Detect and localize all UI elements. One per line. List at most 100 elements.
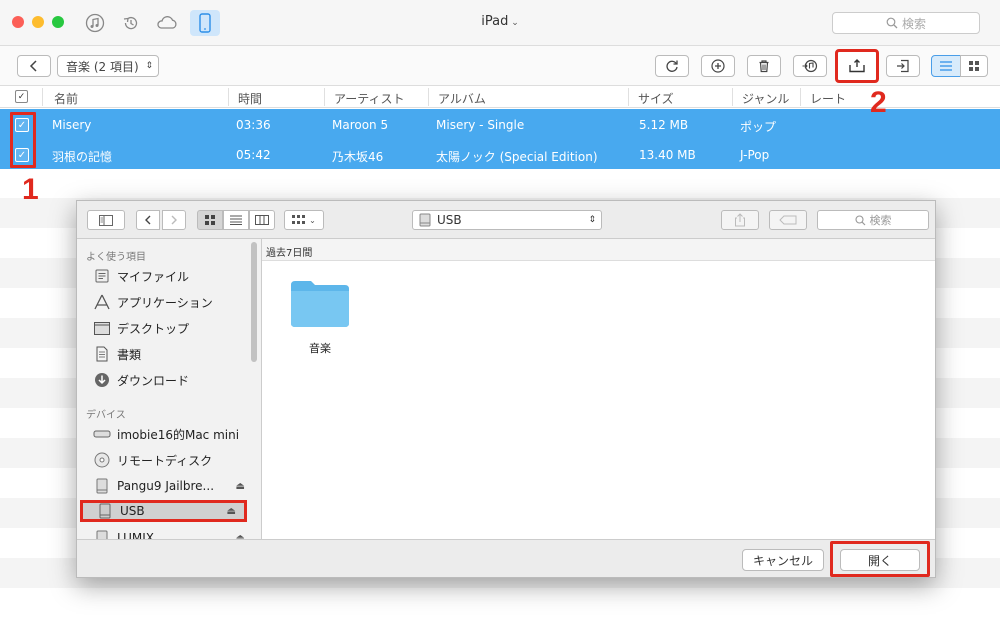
sidebar-item-label: ダウンロード — [117, 373, 190, 388]
open-button[interactable]: 開く — [840, 549, 920, 571]
dialog-file-area: 過去7日間 音楽 — [262, 239, 935, 539]
row-album: 太陽ノック (Special Edition) — [436, 150, 598, 164]
sidebar-item-remote-disc[interactable]: リモートディスク — [93, 448, 253, 472]
window-title-text[interactable]: iPad — [481, 14, 508, 29]
chevron-down-icon: ⌄ — [309, 215, 316, 225]
dialog-footer: キャンセル 開く — [77, 539, 935, 577]
delete-button[interactable] — [747, 55, 781, 77]
column-separator — [428, 88, 429, 106]
sidebar-item-mac-mini[interactable]: imobie16的Mac mini — [93, 422, 253, 446]
folder-label: 音楽 — [309, 342, 331, 355]
dialog-back-button[interactable] — [136, 210, 160, 230]
devices-header: デバイス — [86, 410, 126, 421]
chevron-down-icon[interactable]: ⌄ — [508, 18, 519, 28]
sidebar-item-pangu9[interactable]: Pangu9 Jailbre... ⏏ — [93, 474, 253, 498]
dialog-sidebar: よく使う項目 マイファイル アプリケーション デスクトップ 書類 ダウンロード … — [77, 239, 262, 539]
open-file-dialog: ⌄ USB ⇕ 検索 よく使う項目 マイファイル アプリケーション デスクトップ… — [76, 200, 936, 578]
sidebar-item-label: デスクトップ — [117, 321, 190, 336]
location-popup[interactable]: USB ⇕ — [412, 210, 602, 230]
folder-item[interactable]: 音楽 — [289, 277, 353, 356]
export-to-computer-button[interactable] — [835, 49, 879, 83]
refresh-button[interactable] — [655, 55, 689, 77]
sidebar-item-documents[interactable]: 書類 — [93, 342, 253, 366]
back-button[interactable] — [17, 55, 51, 77]
favorites-header: よく使う項目 — [86, 252, 146, 263]
location-label: USB — [437, 213, 462, 227]
column-header-name[interactable]: 名前 — [54, 90, 78, 107]
column-header-time[interactable]: 時間 — [238, 90, 262, 107]
mac-mini-icon — [93, 426, 111, 442]
drive-icon — [93, 530, 111, 539]
import-button[interactable] — [886, 55, 920, 77]
drive-icon — [96, 503, 114, 519]
table-row[interactable]: 羽根の記憶 05:42 乃木坂46 太陽ノック (Special Edition… — [0, 139, 1000, 169]
column-separator — [228, 88, 229, 106]
drive-icon — [93, 478, 111, 494]
sidebar-item-usb[interactable]: USB ⏏ — [80, 500, 247, 522]
sidebar-item-desktop[interactable]: デスクトップ — [93, 316, 253, 340]
table-header: ✓ 名前 時間 アーティスト アルバム サイズ ジャンル レート — [0, 86, 1000, 108]
column-separator — [628, 88, 629, 106]
icon-view-button[interactable] — [197, 210, 223, 230]
column-separator — [732, 88, 733, 106]
plus-circle-icon — [711, 59, 725, 73]
list-view-button[interactable] — [223, 210, 249, 230]
search-placeholder: 検索 — [901, 16, 926, 31]
open-button-highlight: 開く — [830, 541, 930, 577]
sidebar-toggle-button[interactable] — [87, 210, 125, 230]
column-separator — [800, 88, 801, 106]
column-header-artist[interactable]: アーティスト — [334, 90, 405, 107]
column-header-album[interactable]: アルバム — [438, 90, 486, 107]
desktop-icon — [93, 320, 111, 336]
section-header: 過去7日間 — [262, 239, 935, 261]
sidebar-item-applications[interactable]: アプリケーション — [93, 290, 253, 314]
list-view-button[interactable] — [931, 55, 961, 77]
table-row[interactable]: Misery 03:36 Maroon 5 Misery - Single 5.… — [0, 109, 1000, 139]
row-size: 13.40 MB — [639, 148, 696, 162]
eject-icon[interactable]: ⏏ — [236, 481, 245, 492]
eject-icon[interactable]: ⏏ — [227, 506, 236, 517]
grid-view-button[interactable] — [960, 55, 988, 77]
to-itunes-button[interactable] — [793, 55, 827, 77]
row-name: 羽根の記憶 — [52, 150, 113, 164]
row-checkbox[interactable]: ✓ — [15, 148, 29, 162]
title-bar: iPad ⌄ 検索 — [0, 0, 1000, 46]
sidebar-item-lumix[interactable]: LUMIX ⏏ — [93, 526, 253, 539]
download-tray-icon — [849, 59, 865, 73]
dialog-toolbar: ⌄ USB ⇕ 検索 — [77, 201, 935, 239]
folder-icon — [291, 281, 349, 327]
sidebar-item-my-files[interactable]: マイファイル — [93, 264, 253, 288]
arrange-button[interactable]: ⌄ — [284, 210, 324, 230]
column-header-size[interactable]: サイズ — [638, 90, 674, 107]
sidebar-item-downloads[interactable]: ダウンロード — [93, 368, 253, 392]
grid-icon — [205, 215, 215, 225]
sidebar-item-label: LUMIX — [117, 531, 154, 539]
row-size: 5.12 MB — [639, 118, 689, 132]
select-all-checkbox[interactable]: ✓ — [15, 90, 28, 103]
row-checkbox[interactable]: ✓ — [15, 118, 29, 132]
tags-button[interactable] — [769, 210, 807, 230]
cancel-button[interactable]: キャンセル — [742, 549, 824, 571]
row-album: Misery - Single — [436, 118, 525, 132]
add-button[interactable] — [701, 55, 735, 77]
dialog-search-input[interactable]: 検索 — [817, 210, 929, 230]
row-artist: 乃木坂46 — [332, 150, 384, 164]
trash-icon — [759, 60, 769, 73]
row-time: 05:42 — [236, 148, 271, 162]
share-button[interactable] — [721, 210, 759, 230]
column-view-button[interactable] — [249, 210, 275, 230]
row-time: 03:36 — [236, 118, 271, 132]
category-select[interactable]: 音楽 (2 項目) ⇕ — [57, 55, 159, 77]
search-input[interactable]: 検索 — [832, 12, 980, 34]
column-header-rating[interactable]: レート — [810, 90, 846, 107]
category-select-label: 音楽 (2 項目) — [66, 59, 139, 74]
chevron-left-icon — [145, 215, 151, 225]
sidebar-item-label: マイファイル — [117, 269, 190, 284]
sidebar-item-label: 書類 — [117, 347, 142, 362]
files-icon — [93, 268, 111, 284]
list-icon — [940, 61, 952, 71]
column-header-genre[interactable]: ジャンル — [742, 90, 789, 107]
dialog-forward-button[interactable] — [162, 210, 186, 230]
chevron-left-icon — [29, 60, 37, 72]
documents-icon — [93, 346, 111, 362]
